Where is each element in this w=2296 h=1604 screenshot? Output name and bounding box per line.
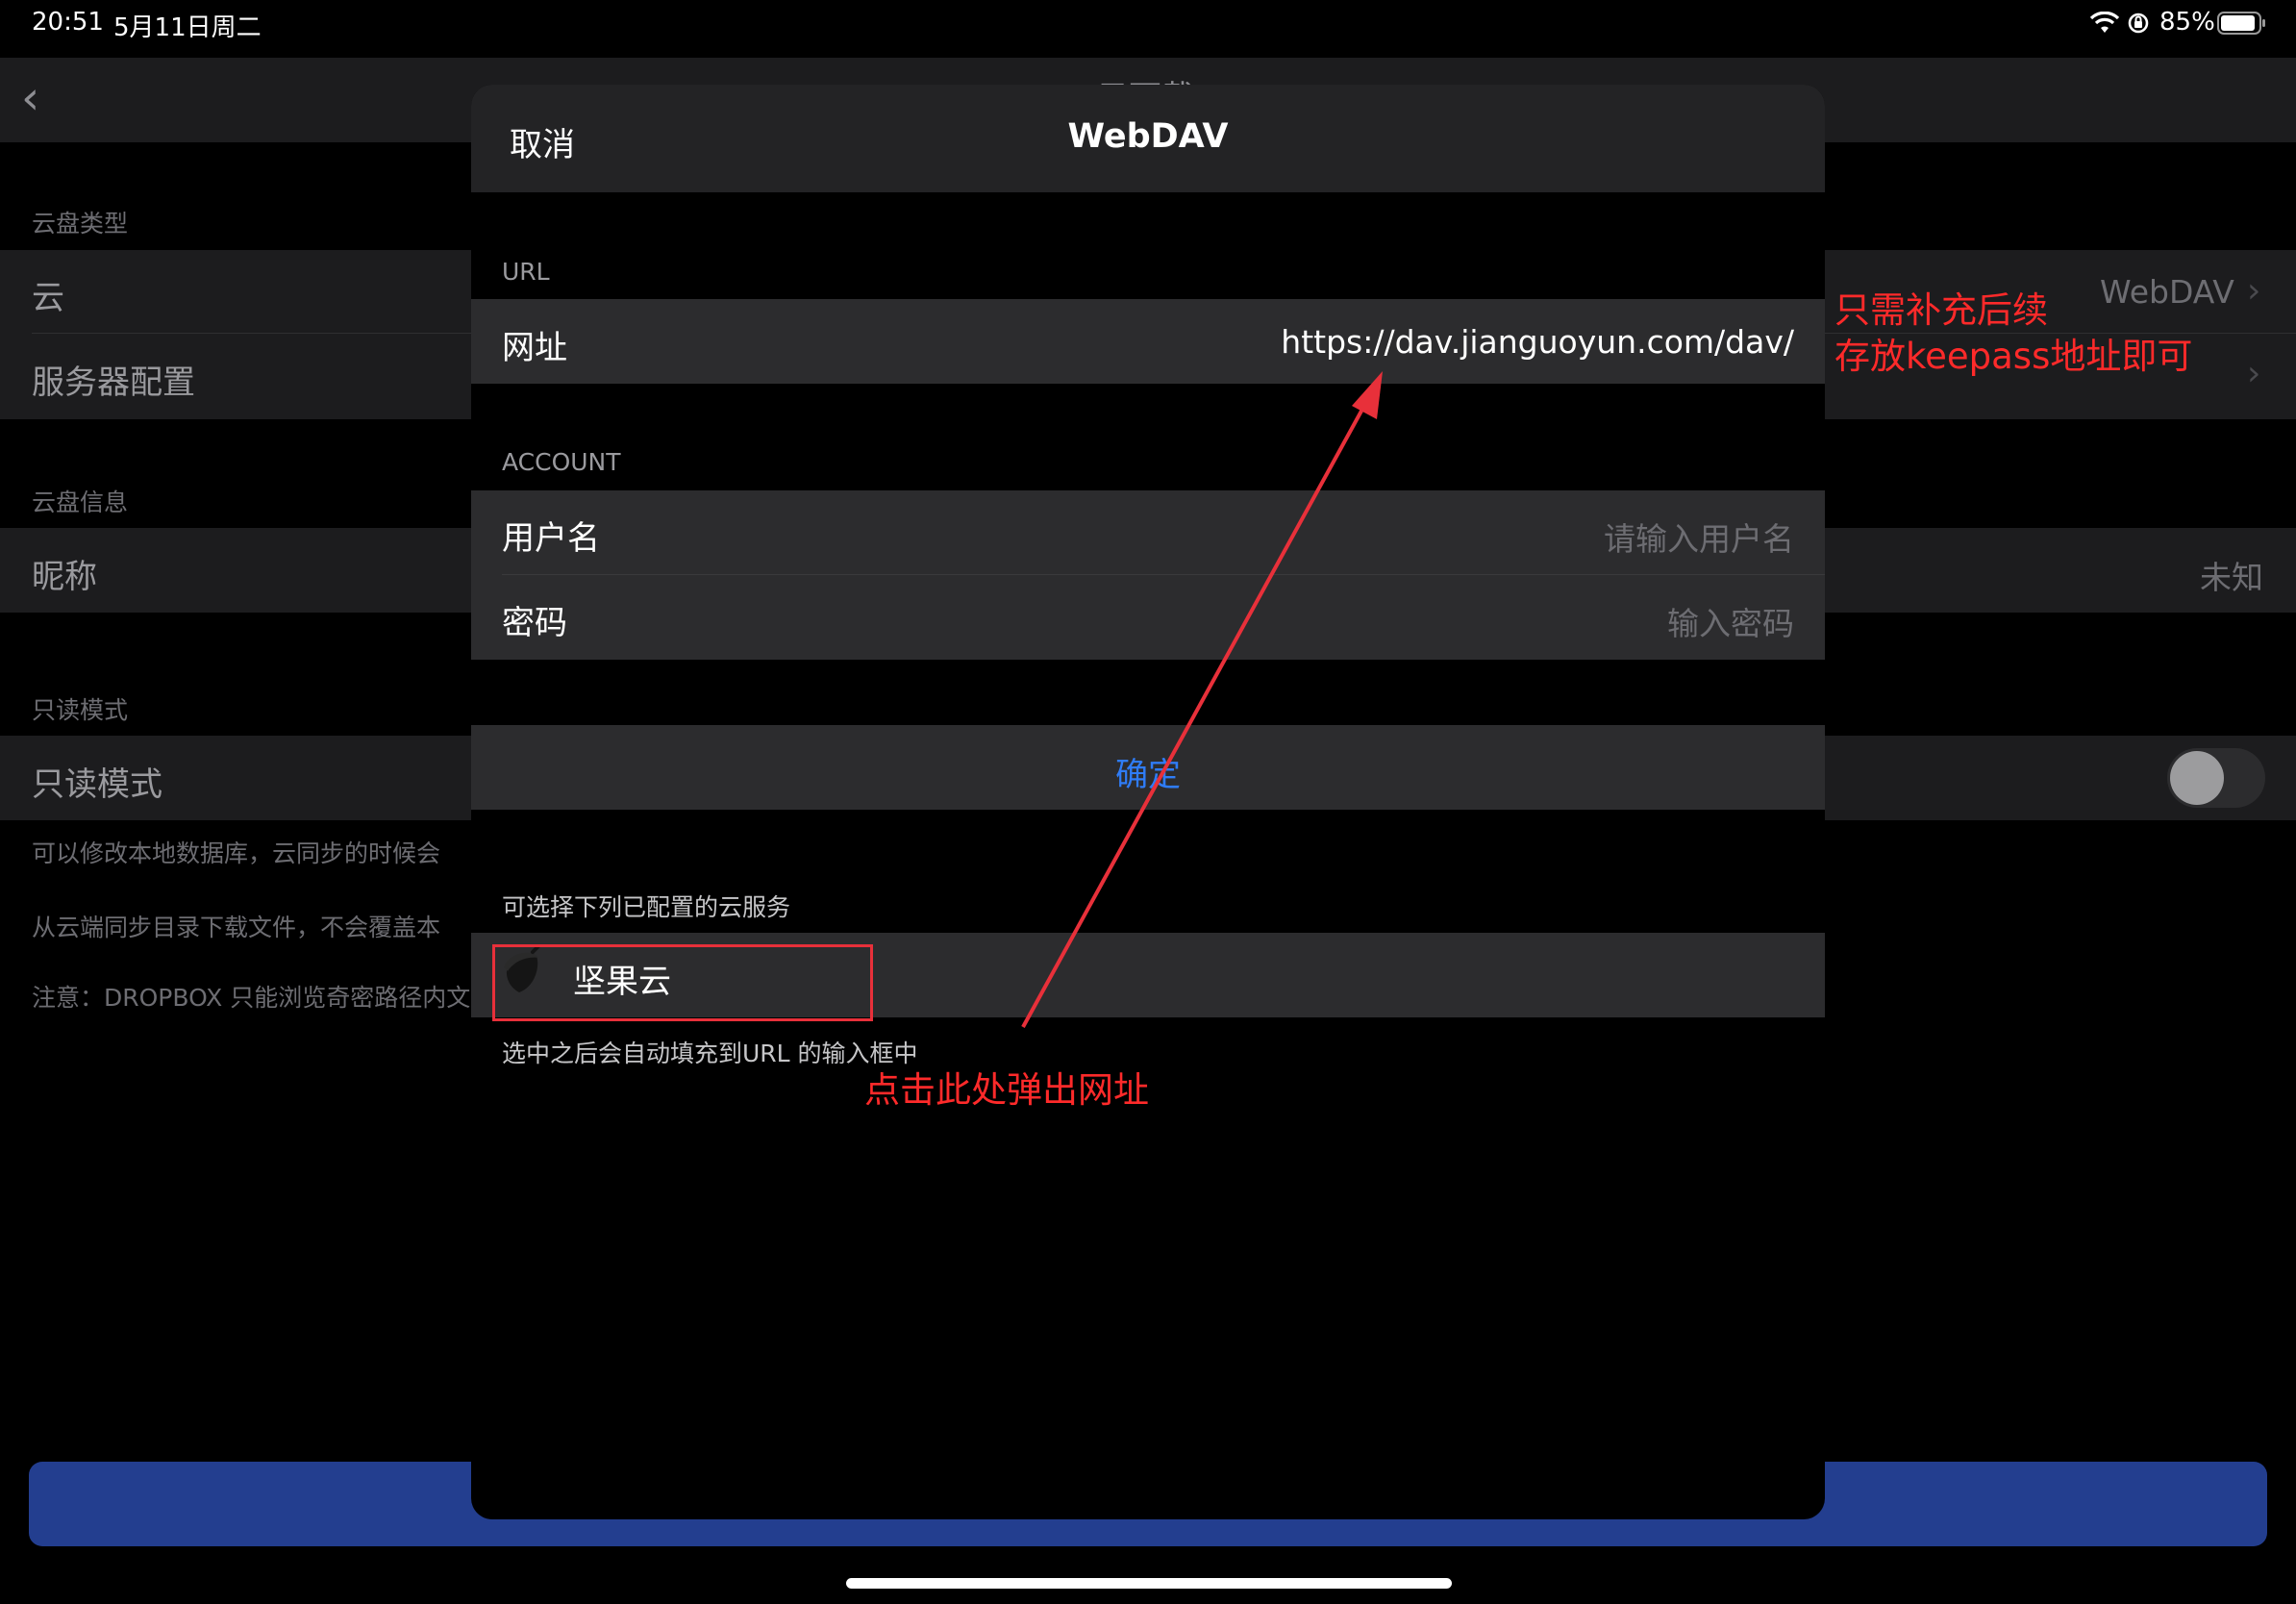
annotation-arrow	[1021, 371, 1383, 1028]
home-indicator	[846, 1578, 1452, 1589]
